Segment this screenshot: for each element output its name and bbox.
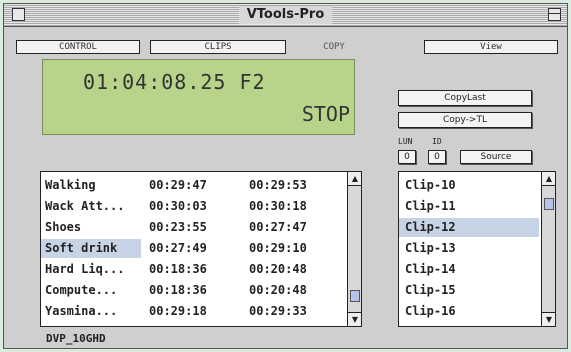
table-row[interactable]: Compute... 00:18:36 00:20:48: [41, 281, 307, 300]
clip-in-cell: 00:23:55: [149, 220, 207, 234]
lun-field[interactable]: 0: [398, 150, 416, 164]
zoom-box[interactable]: [548, 8, 561, 21]
table-row[interactable]: Soft drink 00:27:49 00:29:10: [41, 239, 307, 258]
clip-in-cell: 00:27:49: [149, 241, 207, 255]
clip-name-cell: Walking: [45, 178, 96, 192]
clip-in-cell: 00:18:36: [149, 262, 207, 276]
clip-out-cell: 00:20:48: [249, 283, 307, 297]
clip-out-cell: 00:29:53: [249, 178, 307, 192]
clip-in-cell: 00:29:47: [149, 178, 207, 192]
clip-list: Clip-10 Clip-11 Clip-12 Clip-13 Clip-14 Clip-…: [398, 171, 556, 327]
copy-last-button[interactable]: CopyLast: [398, 90, 532, 106]
scroll-down-arrow-icon[interactable]: ▼: [542, 312, 555, 326]
lun-label: LUN: [398, 137, 413, 146]
scroll-thumb[interactable]: [350, 290, 360, 302]
source-button[interactable]: Source: [460, 150, 532, 164]
title-bar[interactable]: VTools-Pro: [4, 4, 567, 27]
disk-name: DVP_10GHD: [46, 332, 106, 345]
table-row[interactable]: Hard Liq... 00:18:36 00:20:48: [41, 260, 307, 279]
clip-in-cell: 00:29:18: [149, 304, 207, 318]
clip-in-cell: 00:18:36: [149, 283, 207, 297]
list-item[interactable]: Clip-16: [399, 302, 539, 321]
id-label: ID: [432, 137, 442, 146]
table-row[interactable]: Walking 00:29:47 00:29:53: [41, 176, 307, 195]
list-item[interactable]: Clip-12: [399, 218, 539, 237]
table-row[interactable]: Wack Att... 00:30:03 00:30:18: [41, 197, 307, 216]
window-title: VTools-Pro: [238, 6, 333, 24]
clip-name-cell: Yasmina...: [45, 304, 118, 318]
clip-name-cell: Hard Liq...: [45, 262, 125, 276]
list-item[interactable]: Clip-14: [399, 260, 539, 279]
list-item[interactable]: Clip-15: [399, 281, 539, 300]
clip-name-cell: Soft drink: [45, 241, 118, 255]
clip-out-cell: 00:29:10: [249, 241, 307, 255]
timecode: 01:04:08.25 F2: [83, 70, 266, 94]
table-row[interactable]: Shoes 00:23:55 00:27:47: [41, 218, 307, 237]
list-item[interactable]: Clip-13: [399, 239, 539, 258]
tab-copy[interactable]: COPY: [294, 40, 374, 54]
vtools-window: VTools-Pro CONTROL CLIPS COPY View 01:04…: [3, 3, 568, 349]
clip-out-cell: 00:20:48: [249, 262, 307, 276]
id-field[interactable]: 0: [428, 150, 446, 164]
clip-list-scrollbar[interactable]: ▲ ▼: [541, 172, 555, 326]
copy-to-timeline-button[interactable]: Copy->TL: [398, 112, 532, 128]
scroll-up-arrow-icon[interactable]: ▲: [348, 172, 361, 186]
scroll-down-arrow-icon[interactable]: ▼: [348, 312, 361, 326]
tab-clips[interactable]: CLIPS: [150, 40, 286, 54]
table-row[interactable]: Yasmina... 00:29:18 00:29:33: [41, 302, 307, 321]
clip-name-cell: Wack Att...: [45, 199, 125, 213]
transport-status: STOP: [301, 102, 350, 126]
clip-table-scrollbar[interactable]: ▲ ▼: [347, 172, 361, 326]
clip-out-cell: 00:29:33: [249, 304, 307, 318]
list-item[interactable]: Clip-11: [399, 197, 539, 216]
clip-in-cell: 00:30:03: [149, 199, 207, 213]
close-box[interactable]: [12, 8, 25, 21]
clip-out-cell: 00:27:47: [249, 220, 307, 234]
clip-name-cell: Compute...: [45, 283, 118, 297]
list-item[interactable]: Clip-10: [399, 176, 539, 195]
clip-name-cell: Shoes: [45, 220, 82, 234]
clip-out-cell: 00:30:18: [249, 199, 307, 213]
tab-control[interactable]: CONTROL: [16, 40, 140, 54]
timecode-display: 01:04:08.25 F2 STOP: [42, 59, 355, 135]
clip-table: Walking 00:29:47 00:29:53 Wack Att... 00:30:…: [40, 171, 362, 327]
scroll-up-arrow-icon[interactable]: ▲: [542, 172, 555, 186]
scroll-thumb[interactable]: [544, 198, 554, 210]
tab-view[interactable]: View: [424, 40, 558, 54]
